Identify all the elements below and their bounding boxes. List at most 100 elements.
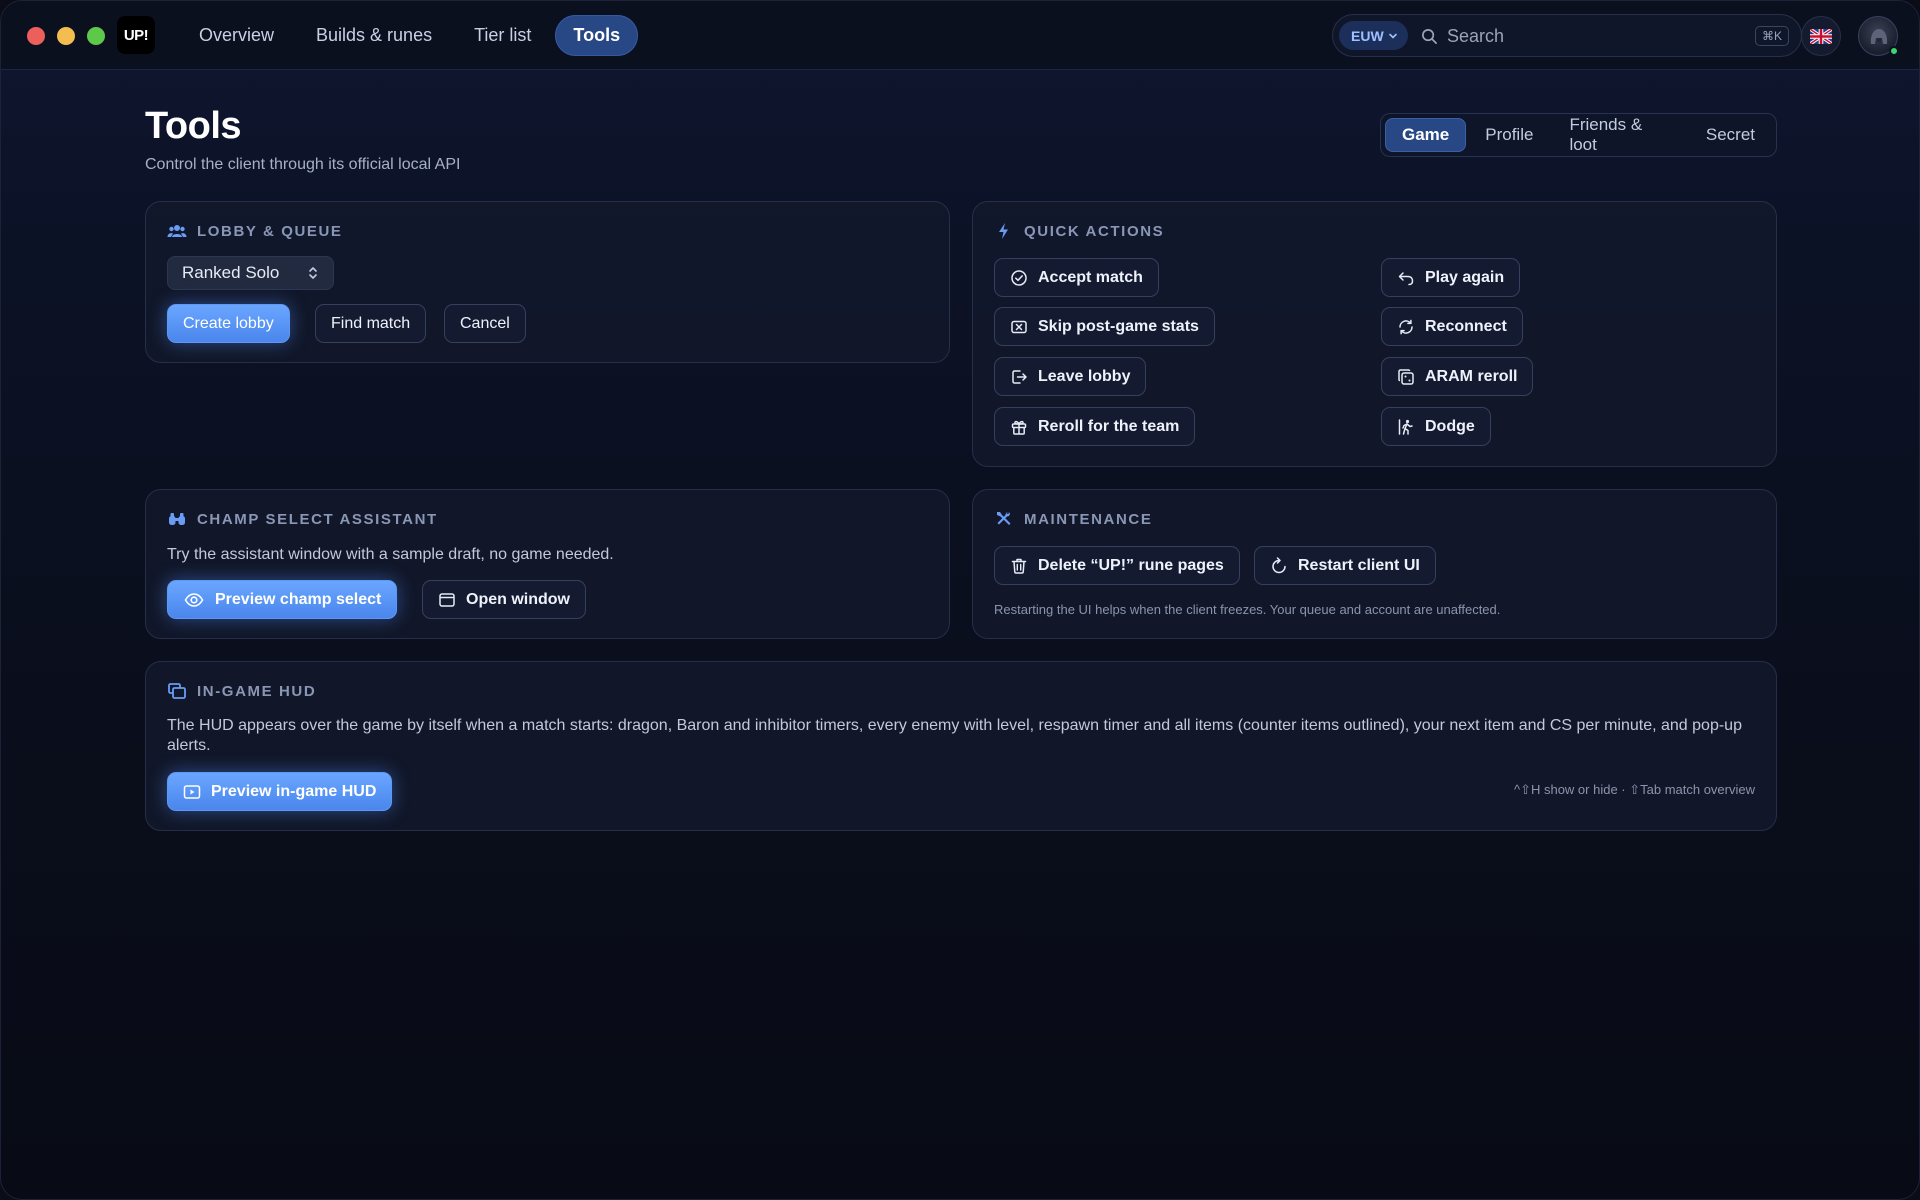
lobby-queue-card: LOBBY & QUEUE Ranked Solo Create lobby F…	[145, 201, 950, 363]
open-window-label: Open window	[466, 590, 570, 608]
cancel-button[interactable]: Cancel	[444, 304, 526, 343]
app-logo[interactable]: UP!	[117, 16, 155, 54]
champ-select-header: CHAMP SELECT ASSISTANT	[167, 510, 438, 528]
aram-reroll-label: ARAM reroll	[1425, 367, 1518, 385]
champ-select-card: CHAMP SELECT ASSISTANT Try the assistant…	[145, 489, 950, 639]
tab-friends-loot[interactable]: Friends & loot	[1552, 115, 1686, 154]
accept-match-button[interactable]: Accept match	[994, 258, 1159, 297]
play-screen-icon	[183, 784, 201, 799]
region-label: EUW	[1351, 27, 1384, 44]
find-match-button[interactable]: Find match	[315, 304, 427, 343]
nav-item-tier-list[interactable]: Tier list	[456, 15, 549, 56]
layers-icon	[168, 683, 186, 699]
tools-icon	[997, 512, 1011, 525]
reroll-for-team-label: Reroll for the team	[1038, 417, 1180, 435]
dodge-button[interactable]: Dodge	[1381, 407, 1491, 446]
region-selector[interactable]: EUW	[1339, 21, 1408, 50]
preview-in-game-hud-label: Preview in-game HUD	[211, 782, 377, 800]
search-bar: EUW ⌘K	[1332, 14, 1802, 57]
chevron-down-icon	[1388, 33, 1397, 39]
uk-flag-icon	[1810, 28, 1832, 44]
queue-select[interactable]: Ranked Solo	[167, 256, 334, 290]
close-box-icon	[1011, 320, 1027, 333]
lobby-queue-title: LOBBY & QUEUE	[197, 222, 343, 240]
play-again-label: Play again	[1425, 268, 1505, 286]
cancel-label: Cancel	[460, 314, 510, 332]
chevron-updown-icon	[309, 267, 317, 279]
dodge-label: Dodge	[1425, 417, 1475, 435]
aram-reroll-button[interactable]: ARAM reroll	[1381, 357, 1534, 396]
eye-icon	[184, 592, 204, 607]
search-icon	[1422, 29, 1437, 44]
restart-client-ui-button[interactable]: Restart client UI	[1254, 546, 1436, 585]
skip-post-game-stats-label: Skip post-game stats	[1038, 317, 1199, 335]
skip-post-game-stats-button[interactable]: Skip post-game stats	[994, 307, 1215, 346]
preview-champ-select-label: Preview champ select	[215, 590, 382, 608]
tab-game[interactable]: Game	[1385, 118, 1467, 152]
in-game-hud-header: IN-GAME HUD	[167, 682, 316, 700]
champ-select-title: CHAMP SELECT ASSISTANT	[197, 510, 438, 528]
minimize-window-button[interactable]	[57, 27, 75, 45]
tab-secret[interactable]: Secret	[1689, 118, 1772, 152]
walking-exit-icon	[1398, 418, 1413, 435]
search-shortcut-badge: ⌘K	[1754, 26, 1789, 46]
lobby-queue-header: LOBBY & QUEUE	[167, 222, 343, 240]
lightning-icon	[999, 223, 1008, 239]
main-nav: Overview Builds & runes Tier list Tools	[181, 15, 639, 56]
check-circle-icon	[1011, 269, 1027, 286]
in-game-hud-card: IN-GAME HUD The HUD appears over the gam…	[145, 661, 1777, 831]
search-input[interactable]	[1447, 23, 1717, 49]
restart-icon	[1272, 556, 1286, 573]
delete-rune-pages-label: Delete “UP!” rune pages	[1038, 556, 1224, 574]
leave-lobby-label: Leave lobby	[1038, 367, 1131, 385]
in-game-hud-description: The HUD appears over the game by itself …	[167, 717, 1742, 754]
find-match-label: Find match	[331, 314, 411, 332]
language-button[interactable]	[1801, 16, 1841, 56]
users-icon	[167, 225, 187, 237]
delete-rune-pages-button[interactable]: Delete “UP!” rune pages	[994, 546, 1240, 585]
reconnect-label: Reconnect	[1425, 317, 1507, 335]
leave-lobby-button[interactable]: Leave lobby	[994, 357, 1147, 396]
queue-select-value: Ranked Solo	[182, 263, 280, 282]
open-window-button[interactable]: Open window	[422, 580, 586, 619]
nav-item-tools[interactable]: Tools	[555, 15, 639, 56]
undo-arrow-icon	[1398, 271, 1414, 285]
maintenance-card: MAINTENANCE Delete “UP!” rune pages Rest…	[972, 489, 1777, 639]
exit-icon	[1012, 369, 1027, 384]
close-window-button[interactable]	[27, 27, 45, 45]
maintenance-title: MAINTENANCE	[1024, 510, 1153, 528]
hud-shortcut-hint: ^⇧H show or hide · ⇧Tab match overview	[1513, 782, 1755, 797]
reroll-for-team-button[interactable]: Reroll for the team	[994, 407, 1196, 446]
maintenance-note: Restarting the UI helps when the client …	[994, 602, 1501, 617]
quick-actions-header: QUICK ACTIONS	[994, 222, 1164, 240]
in-game-hud-title: IN-GAME HUD	[197, 682, 317, 700]
trash-icon	[1011, 558, 1027, 574]
page-subtitle: Control the client through its official …	[145, 156, 461, 173]
reconnect-button[interactable]: Reconnect	[1381, 307, 1523, 346]
app-window: UP! Overview Builds & runes Tier list To…	[0, 0, 1920, 1200]
create-lobby-label: Create lobby	[183, 314, 274, 332]
preview-champ-select-button[interactable]: Preview champ select	[167, 580, 398, 619]
play-again-button[interactable]: Play again	[1381, 258, 1521, 297]
nav-item-overview[interactable]: Overview	[181, 15, 292, 56]
maximize-window-button[interactable]	[87, 27, 105, 45]
gift-icon	[1011, 420, 1027, 435]
quick-actions-title: QUICK ACTIONS	[1024, 222, 1165, 240]
dice-icon	[1398, 368, 1414, 385]
nav-item-builds-runes[interactable]: Builds & runes	[298, 15, 450, 56]
window-icon	[439, 592, 455, 607]
online-status-dot	[1889, 46, 1899, 56]
binoculars-icon	[169, 513, 185, 525]
champ-select-description: Try the assistant window with a sample d…	[167, 546, 614, 563]
create-lobby-button[interactable]: Create lobby	[167, 304, 290, 343]
refresh-icon	[1399, 319, 1413, 334]
page-title: Tools	[145, 105, 242, 147]
accept-match-label: Accept match	[1038, 268, 1143, 286]
maintenance-header: MAINTENANCE	[994, 510, 1152, 528]
top-bar: UP! Overview Builds & runes Tier list To…	[1, 1, 1919, 70]
preview-in-game-hud-button[interactable]: Preview in-game HUD	[167, 772, 393, 811]
tab-profile[interactable]: Profile	[1468, 118, 1550, 152]
restart-client-ui-label: Restart client UI	[1298, 556, 1420, 574]
section-tabs: Game Profile Friends & loot Secret	[1380, 113, 1777, 157]
quick-actions-card: QUICK ACTIONS Accept match Play again Sk…	[972, 201, 1777, 467]
